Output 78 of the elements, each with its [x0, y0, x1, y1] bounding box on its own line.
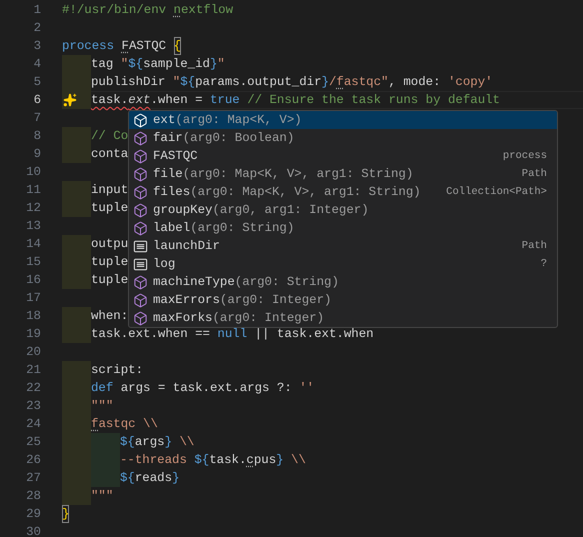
cube-icon [133, 274, 148, 290]
code-line: } [62, 505, 70, 523]
suggestion-item[interactable]: launchDir Path [129, 237, 557, 255]
line-number: 15 [25, 254, 42, 271]
line-number: 8 [32, 128, 42, 145]
code-line: """ [91, 398, 114, 415]
code-line: tuple [91, 254, 128, 271]
list-icon [133, 238, 148, 254]
line-number: 27 [25, 470, 42, 487]
code-line: """ [91, 488, 114, 505]
suggestion-item[interactable]: log ? [129, 255, 557, 273]
cube-icon [133, 148, 148, 164]
line-number: 18 [25, 308, 42, 325]
line-number: 14 [25, 236, 42, 253]
code-line: tag "${sample_id}" [91, 56, 225, 73]
line-number: 2 [32, 20, 42, 37]
suggestion-item[interactable]: FASTQC process [129, 147, 557, 165]
line-number: 3 [32, 38, 42, 55]
code-line: fastqc \\ [91, 416, 158, 433]
suggestion-item[interactable]: groupKey(arg0, arg1: Integer) [129, 201, 557, 219]
cube-icon [133, 184, 148, 200]
line-number: 23 [25, 398, 42, 415]
code-line: def args = task.ext.args ?: '' [91, 380, 314, 397]
line-number: 4 [32, 56, 42, 73]
line-number: 17 [25, 290, 42, 307]
suggestion-item[interactable]: ext(arg0: Map<K, V>) [129, 111, 557, 129]
code-line: process FASTQC { [62, 37, 181, 55]
suggestion-item[interactable]: files(arg0: Map<K, V>, arg1: String) Collection<Path> [129, 183, 557, 201]
line-number: 13 [25, 218, 42, 235]
code-line: #!/usr/bin/env nextflow [62, 2, 234, 19]
cube-icon [133, 166, 148, 182]
line-number: 9 [32, 146, 42, 163]
code-line: when: [91, 308, 128, 325]
line-number: 30 [25, 524, 42, 537]
code-line: publishDir "${params.output_dir}/fastqc", mode: 'copy' [91, 74, 493, 91]
suggestion-item[interactable]: label(arg0: String) [129, 219, 557, 237]
suggestion-item[interactable]: maxForks(arg0: Integer) [129, 309, 557, 327]
code-line: task.ext.when = true // Ensure the task runs by default [91, 92, 500, 109]
code-line: outpu [91, 236, 128, 253]
list-icon [133, 256, 148, 272]
code-line: --threads ${task.cpus} \\ [120, 452, 306, 469]
cube-icon [133, 112, 148, 128]
line-number: 22 [25, 380, 42, 397]
code-line: ${reads} [120, 470, 180, 487]
suggestion-item[interactable]: file(arg0: Map<K, V>, arg1: String) Path [129, 165, 557, 183]
line-number: 25 [25, 434, 42, 451]
line-number: 5 [32, 74, 42, 91]
code-line: script: [91, 362, 144, 379]
line-number: 29 [25, 506, 42, 523]
code-line: task.ext.when == null || task.ext.when [91, 326, 374, 343]
cube-icon [133, 220, 148, 236]
line-number: 10 [25, 164, 42, 181]
code-line: // Co [91, 128, 128, 145]
code-line: tuple [91, 272, 128, 289]
cube-icon [133, 202, 148, 218]
cube-icon [133, 292, 148, 308]
line-number: 7 [32, 110, 42, 127]
line-number: 16 [25, 272, 42, 289]
cube-icon [133, 310, 148, 326]
line-number: 26 [25, 452, 42, 469]
sparkle-icon[interactable] [63, 93, 77, 107]
suggestion-item[interactable]: fair(arg0: Boolean) [129, 129, 557, 147]
code-line: input [91, 182, 128, 199]
line-number: 28 [25, 488, 42, 505]
line-number: 19 [25, 326, 42, 343]
line-number: 6 [32, 92, 42, 109]
line-number: 24 [25, 416, 42, 433]
suggestion-item[interactable]: machineType(arg0: String) [129, 273, 557, 291]
code-line: tuple [91, 200, 128, 217]
line-number: 12 [25, 200, 42, 217]
line-number: 20 [25, 344, 42, 361]
suggestion-item[interactable]: maxErrors(arg0: Integer) [129, 291, 557, 309]
cube-icon [133, 130, 148, 146]
line-number: 1 [32, 2, 42, 19]
code-line: ${args} \\ [120, 434, 194, 451]
line-number: 21 [25, 362, 42, 379]
line-number: 11 [25, 182, 42, 199]
code-line: conta [91, 146, 128, 163]
